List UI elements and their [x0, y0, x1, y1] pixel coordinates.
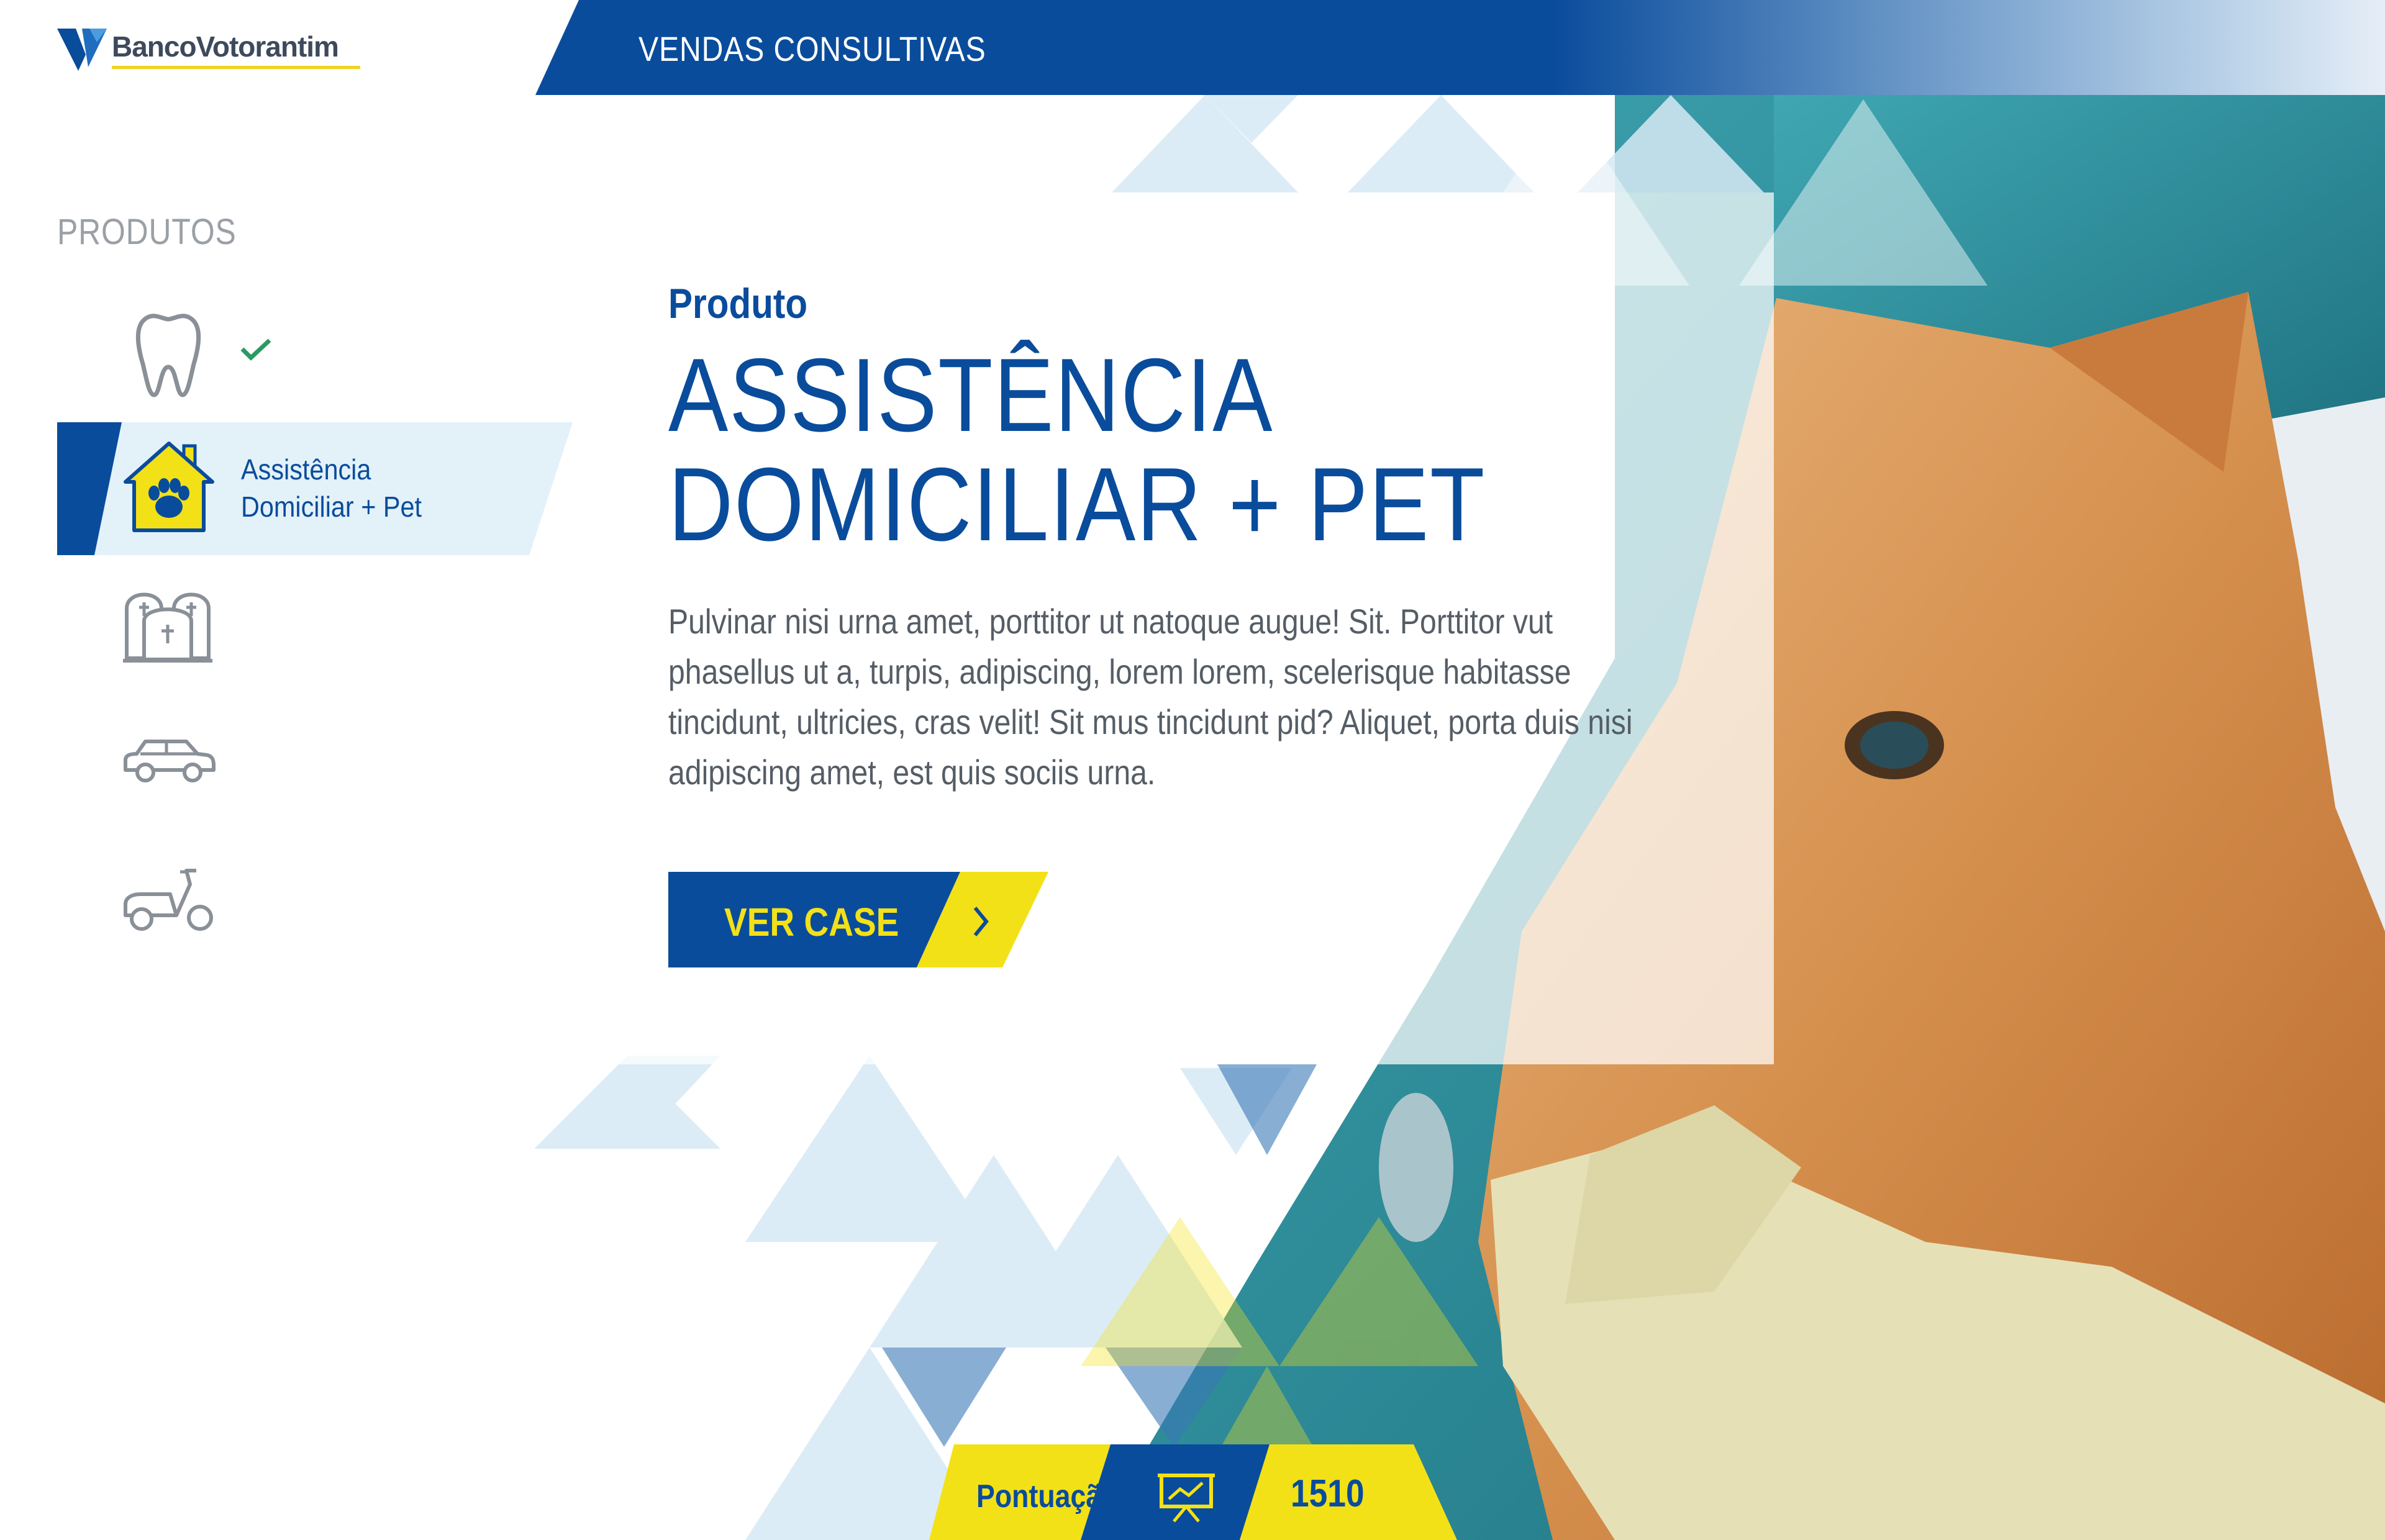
sidebar-item-label: Assistência Domiciliar + Pet	[241, 453, 422, 523]
check-icon	[240, 338, 271, 361]
sidebar-item-moto[interactable]	[122, 866, 216, 937]
chevron-right-icon	[973, 907, 989, 936]
logo[interactable]: BancoVotorantim	[57, 24, 380, 73]
logo-mark-icon	[57, 29, 107, 71]
score-panel: Pontuação 1510	[929, 1444, 1457, 1540]
logo-underline	[112, 66, 360, 69]
product-description: Pulvinar nisi urna amet, porttitor ut na…	[668, 602, 1633, 792]
tombstones-icon	[123, 592, 212, 663]
sidebar-item-funeral[interactable]	[120, 584, 215, 668]
presentation-board-icon	[1158, 1474, 1215, 1523]
car-icon	[124, 740, 216, 782]
score-label: Pontuação	[976, 1479, 1119, 1515]
house-paw-item-icon	[119, 437, 219, 540]
product-title: ASSISTÊNCIA DOMICILIAR + PET	[668, 340, 1486, 559]
sidebar-item-auto[interactable]	[122, 735, 216, 788]
tooth-icon	[135, 314, 201, 397]
sidebar-item-dental[interactable]	[128, 308, 209, 404]
header-title: VENDAS CONSULTIVAS	[638, 29, 986, 68]
score-value: 1510	[1291, 1472, 1365, 1515]
ver-case-button[interactable]: VER CASE	[668, 872, 1048, 967]
ver-case-label: VER CASE	[724, 900, 899, 944]
sidebar-heading: PRODUTOS	[57, 212, 237, 252]
logo-text: BancoVotorantim	[112, 30, 339, 63]
product-label: Produto	[668, 280, 808, 327]
scooter-icon	[124, 869, 213, 931]
product-title-line2: DOMICILIAR + PET	[668, 446, 1486, 563]
house-paw-icon	[124, 442, 214, 532]
product-title-line1: ASSISTÊNCIA	[668, 337, 1274, 453]
